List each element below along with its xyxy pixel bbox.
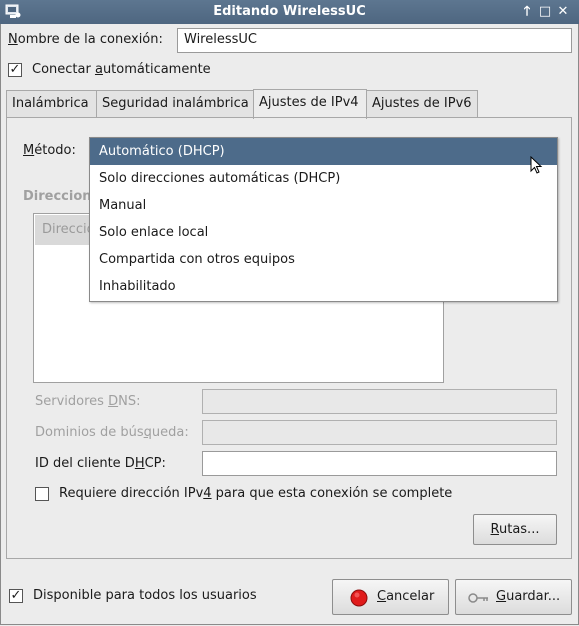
connection-name-label: Nombre de la conexión: [8, 32, 163, 47]
mouse-cursor-icon [530, 156, 543, 174]
method-option-automatic-dhcp[interactable]: Automático (DHCP) [90, 138, 557, 165]
close-icon[interactable]: ✕ [555, 3, 571, 20]
method-option-manual[interactable]: Manual [90, 192, 557, 219]
all-users-label: Disponible para todos los usuarios [33, 588, 257, 603]
method-option-disabled[interactable]: Inhabilitado [90, 273, 557, 300]
tab-wireless-security[interactable]: Seguridad inalámbrica [96, 90, 254, 118]
search-domains-label: Dominios de búsqueda: [35, 425, 189, 440]
cancel-label: Cancelar [377, 589, 435, 604]
method-option-automatic-addresses-only[interactable]: Solo direcciones automáticas (DHCP) [90, 165, 557, 192]
dns-servers-input [202, 389, 557, 414]
method-option-link-local[interactable]: Solo enlace local [90, 219, 557, 246]
dhcp-client-id-label: ID del cliente DHCP: [35, 456, 166, 471]
autoconnect-label: Conectar automáticamente [32, 62, 211, 77]
save-button[interactable]: Guardar... [455, 579, 572, 615]
tab-ipv4-settings[interactable]: Ajustes de IPv4 [253, 89, 367, 119]
window-title: Editando WirelessUC [213, 4, 366, 19]
method-dropdown-list[interactable]: Automático (DHCP) Solo direcciones autom… [89, 137, 558, 302]
title-bar: Editando WirelessUC 🡑 □ ✕ [0, 0, 579, 24]
require-ipv4-label: Requiere dirección IPv4 para que esta co… [59, 486, 453, 501]
cancel-button[interactable]: Cancelar [332, 579, 449, 615]
tab-ipv6-settings[interactable]: Ajustes de IPv6 [366, 90, 478, 118]
require-ipv4-checkbox[interactable] [35, 487, 49, 501]
tab-wireless[interactable]: Inalámbrica [6, 90, 97, 118]
stop-icon [350, 589, 368, 607]
search-domains-input [202, 420, 557, 445]
save-label: Guardar... [496, 589, 561, 604]
dhcp-client-id-input[interactable] [202, 451, 557, 476]
method-option-shared[interactable]: Compartida con otros equipos [90, 246, 557, 273]
method-label: Método: [23, 143, 76, 158]
all-users-checkbox[interactable]: ✓ [9, 589, 23, 603]
maximize-icon[interactable]: □ [537, 3, 553, 20]
connection-name-input[interactable]: WirelessUC [177, 28, 572, 53]
autoconnect-checkbox[interactable]: ✓ [8, 63, 22, 77]
dns-servers-label: Servidores DNS: [35, 394, 141, 409]
shade-up-icon[interactable]: 🡑 [519, 3, 535, 20]
key-icon [468, 593, 488, 603]
routes-button[interactable]: Rutas... [473, 514, 557, 545]
address-column-header[interactable]: Dirección [35, 215, 95, 245]
